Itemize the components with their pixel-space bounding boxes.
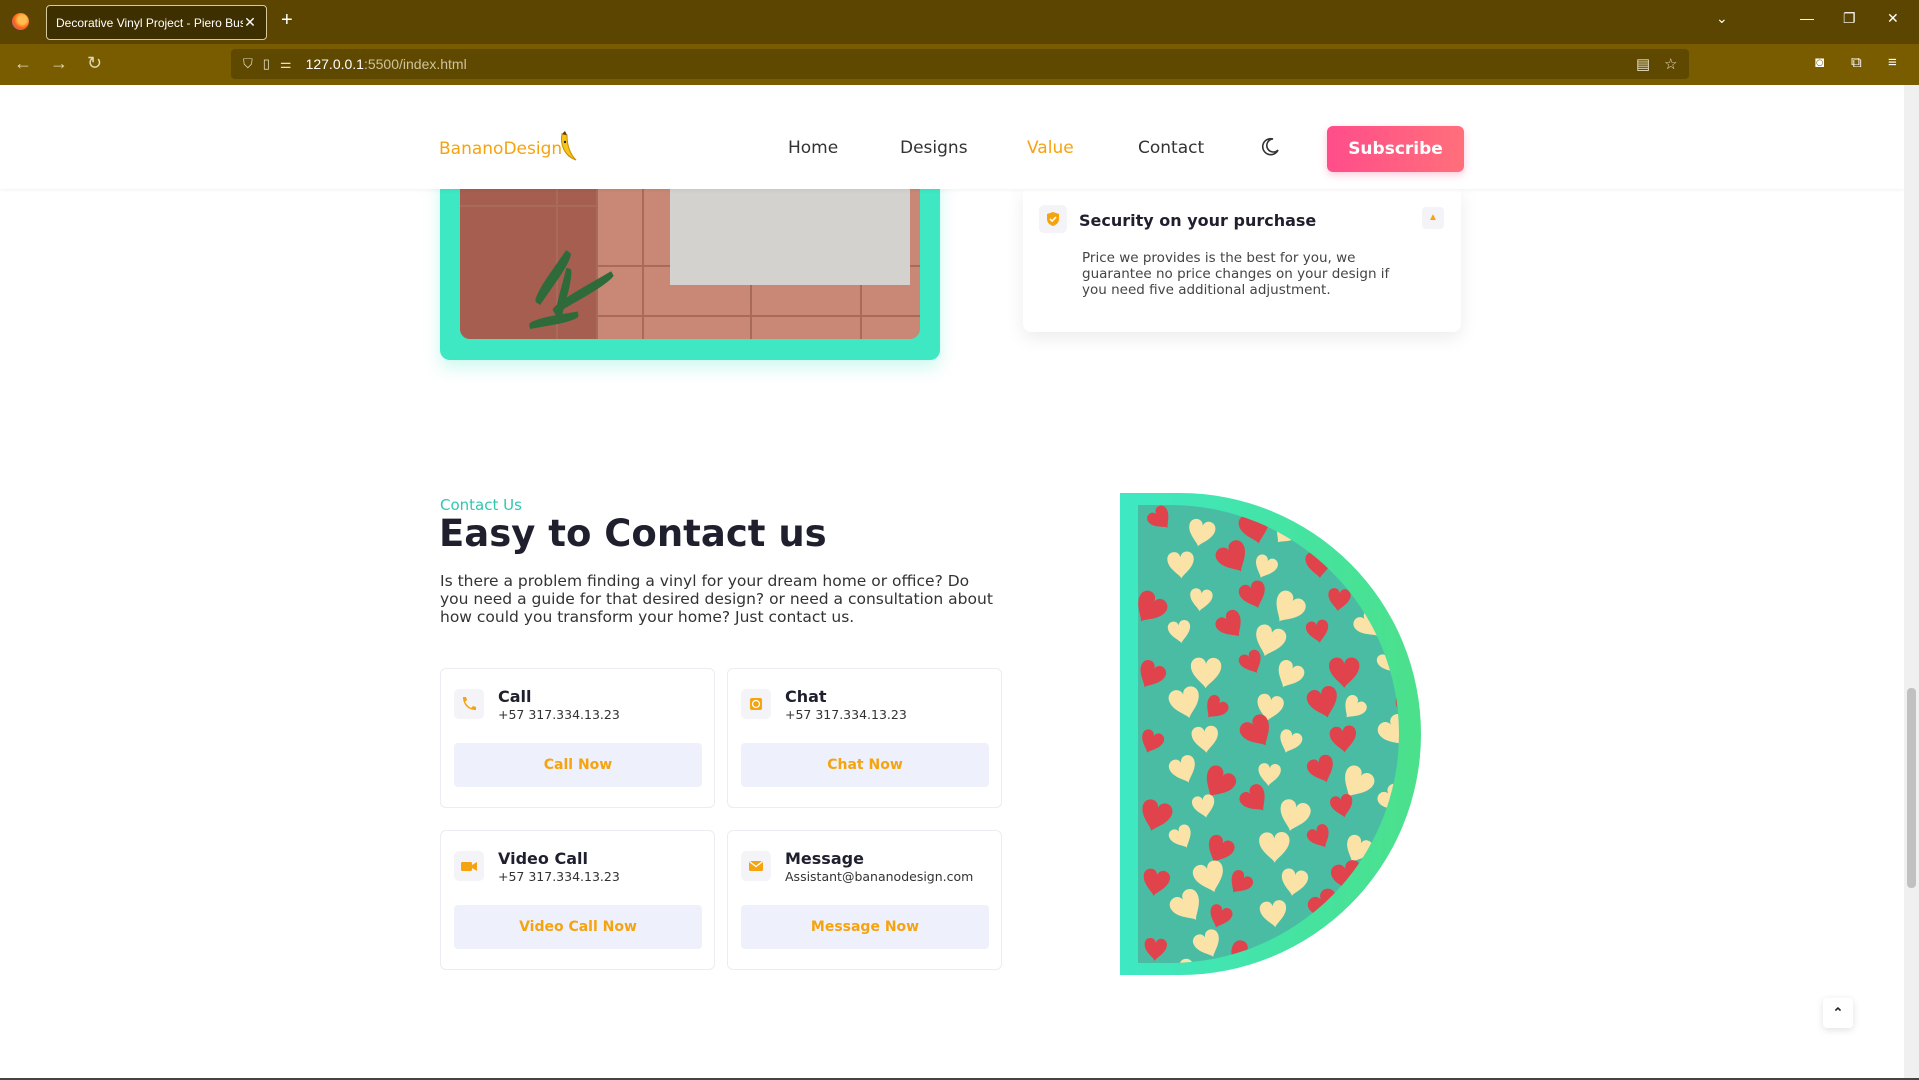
phone-icon	[454, 689, 484, 719]
site-header: BananoDesign Home Designs Value Contact …	[0, 85, 1904, 189]
card-title: Message	[785, 849, 864, 868]
accordion-title[interactable]: Security on your purchase	[1079, 211, 1316, 230]
subscribe-button[interactable]: Subscribe	[1327, 126, 1464, 172]
heart-shape	[1374, 509, 1399, 548]
chevron-up-icon[interactable]: ▲	[1422, 207, 1444, 229]
url-path: :5500/index.html	[363, 56, 467, 72]
card-detail: +57 317.334.13.23	[498, 707, 620, 722]
bookmark-star-icon[interactable]: ☆	[1664, 55, 1677, 73]
contact-card-call: Call +57 317.334.13.23 Call Now	[440, 668, 715, 808]
pocket-icon[interactable]: ◙	[1815, 54, 1824, 71]
heart-shape	[1343, 902, 1373, 932]
card-title: Call	[498, 687, 532, 706]
nav-home[interactable]: Home	[788, 138, 838, 158]
heart-shape	[1344, 972, 1381, 975]
url-text[interactable]: 127.0.0.1:5500/index.html	[306, 56, 467, 72]
close-window-icon[interactable]: ✕	[1887, 10, 1899, 27]
contact-title: Easy to Contact us	[439, 512, 827, 555]
contact-card-video-call: Video Call +57 317.334.13.23 Video Call …	[440, 830, 715, 970]
heart-shape	[1328, 926, 1364, 963]
tab-list-chevron-icon[interactable]: ⌄	[1716, 10, 1728, 27]
contact-card-chat: Chat +57 317.334.13.23 Chat Now	[727, 668, 1002, 808]
shield-check-icon	[1039, 205, 1067, 233]
url-host: 127.0.0.1	[305, 56, 364, 72]
page-scrollbar[interactable]	[1904, 85, 1919, 1078]
browser-nav-bar: ← → ↻ ⛉ ▯ ⚌ 127.0.0.1:5500/index.html ▤ …	[0, 44, 1919, 85]
accordion-description: Price we provides is the best for you, w…	[1082, 250, 1390, 298]
card-detail: +57 317.334.13.23	[785, 707, 907, 722]
heart-shape	[1396, 831, 1399, 864]
heart-shape	[1396, 898, 1399, 930]
nav-designs[interactable]: Designs	[900, 138, 968, 158]
video-call-now-button[interactable]: Video Call Now	[454, 905, 702, 949]
tab-title: Decorative Vinyl Project - Piero Bust	[56, 15, 243, 30]
heart-shape	[1388, 552, 1399, 583]
nav-contact[interactable]: Contact	[1138, 138, 1204, 158]
security-accordion[interactable]: Security on your purchase ▲ Price we pro…	[1023, 189, 1461, 332]
heart-shape	[1304, 955, 1343, 963]
heart-shape	[1397, 967, 1424, 975]
card-detail: +57 317.334.13.23	[498, 869, 620, 884]
site-logo[interactable]: BananoDesign	[439, 139, 562, 159]
moon-icon[interactable]	[1260, 137, 1280, 157]
shield-icon[interactable]: ⛉	[243, 56, 253, 72]
message-now-button[interactable]: Message Now	[741, 905, 989, 949]
card-title: Video Call	[498, 849, 588, 868]
heart-shape	[1259, 968, 1286, 975]
new-tab-icon[interactable]: +	[281, 9, 293, 32]
card-title: Chat	[785, 687, 827, 706]
chat-now-button[interactable]: Chat Now	[741, 743, 989, 787]
contact-description: Is there a problem finding a vinyl for y…	[440, 572, 993, 626]
page-viewport: BananoDesign Home Designs Value Contact …	[0, 85, 1904, 1078]
browser-tab[interactable]: Decorative Vinyl Project - Piero Bust ✕	[46, 5, 267, 40]
reload-icon[interactable]: ↻	[87, 53, 102, 74]
contact-card-message: Message Assistant@bananodesign.com Messa…	[727, 830, 1002, 970]
restore-icon[interactable]: ❐	[1843, 10, 1856, 27]
close-tab-icon[interactable]: ✕	[243, 14, 257, 31]
banana-icon	[561, 131, 577, 161]
mail-icon	[741, 851, 771, 881]
scroll-to-top-button[interactable]: ⌃	[1823, 998, 1853, 1028]
extensions-icon[interactable]: ⧉	[1851, 54, 1862, 71]
back-icon[interactable]: ←	[14, 53, 32, 74]
nav-value[interactable]: Value	[1027, 138, 1074, 158]
video-icon	[454, 851, 484, 881]
firefox-icon	[12, 13, 29, 30]
card-detail: Assistant@bananodesign.com	[785, 869, 974, 884]
menu-icon[interactable]: ≡	[1888, 54, 1897, 71]
call-now-button[interactable]: Call Now	[454, 743, 702, 787]
url-bar[interactable]: ⛉ ▯ ⚌ 127.0.0.1:5500/index.html ▤ ☆	[231, 49, 1689, 79]
browser-tab-bar: Decorative Vinyl Project - Piero Bust ✕ …	[0, 0, 1919, 44]
reader-view-icon[interactable]: ▤	[1636, 55, 1650, 73]
chat-icon	[741, 689, 771, 719]
heart-shape	[1360, 937, 1399, 963]
permissions-icon[interactable]: ⚌	[280, 56, 292, 72]
minimize-icon[interactable]: —	[1800, 10, 1814, 26]
page-icon: ▯	[262, 56, 270, 71]
scrollbar-thumb[interactable]	[1907, 688, 1916, 888]
contact-hearts-image	[1120, 493, 1424, 975]
forward-icon[interactable]: →	[50, 53, 68, 74]
